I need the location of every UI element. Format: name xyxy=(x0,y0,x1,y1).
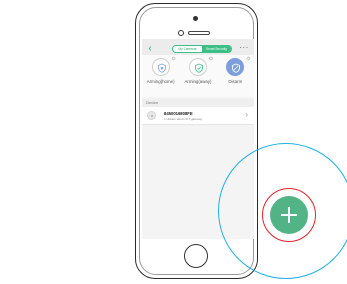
segmented-control: My Cameras Smart Security xyxy=(172,45,232,53)
shield-icon xyxy=(188,58,207,76)
home-shield-icon xyxy=(151,58,170,76)
mode-arming-away[interactable]: ☼ Arming(away) xyxy=(183,55,215,97)
mode-label: Arming(home) xyxy=(146,79,175,84)
list-item[interactable]: 8450016808FE 1 Hidden alarm IOT gateway … xyxy=(142,107,254,125)
mode-arming-home[interactable]: ☼ Arming(home) xyxy=(146,55,177,97)
tab-my-cameras[interactable]: My Cameras xyxy=(173,46,202,52)
more-icon[interactable]: ··· xyxy=(238,43,250,55)
stage: ‹ My Cameras Smart Security ··· ☼ Arming… xyxy=(0,0,347,284)
tab-smart-security[interactable]: Smart Security xyxy=(202,46,231,52)
front-camera xyxy=(193,16,198,21)
home-button[interactable] xyxy=(184,244,208,268)
sun-icon: ☼ xyxy=(170,55,177,62)
mode-label: Disarm xyxy=(228,79,243,84)
sun-icon: ☼ xyxy=(245,55,252,62)
security-modes: ☼ Arming(home) ☼ Arming(away) ☼ Disarm xyxy=(142,55,254,97)
nav-bar: ‹ My Cameras Smart Security ··· xyxy=(142,43,254,55)
mode-label: Arming(away) xyxy=(184,79,212,84)
sun-icon: ☼ xyxy=(207,55,215,62)
mode-disarm[interactable]: ☼ Disarm xyxy=(220,55,252,97)
device-subtitle: 1 Hidden alarm IOT gateway xyxy=(164,117,203,121)
back-arrow-icon[interactable]: ‹ xyxy=(146,44,154,54)
proximity-sensor xyxy=(178,30,184,36)
gateway-device-icon xyxy=(147,111,156,120)
disarmed-shield-icon xyxy=(226,58,245,76)
chevron-right-icon: › xyxy=(245,110,248,119)
device-name: 8450016808FE xyxy=(164,111,193,116)
device-section-title: Device xyxy=(142,99,254,107)
highlight-ring xyxy=(262,188,316,242)
earpiece-speaker xyxy=(188,31,210,35)
